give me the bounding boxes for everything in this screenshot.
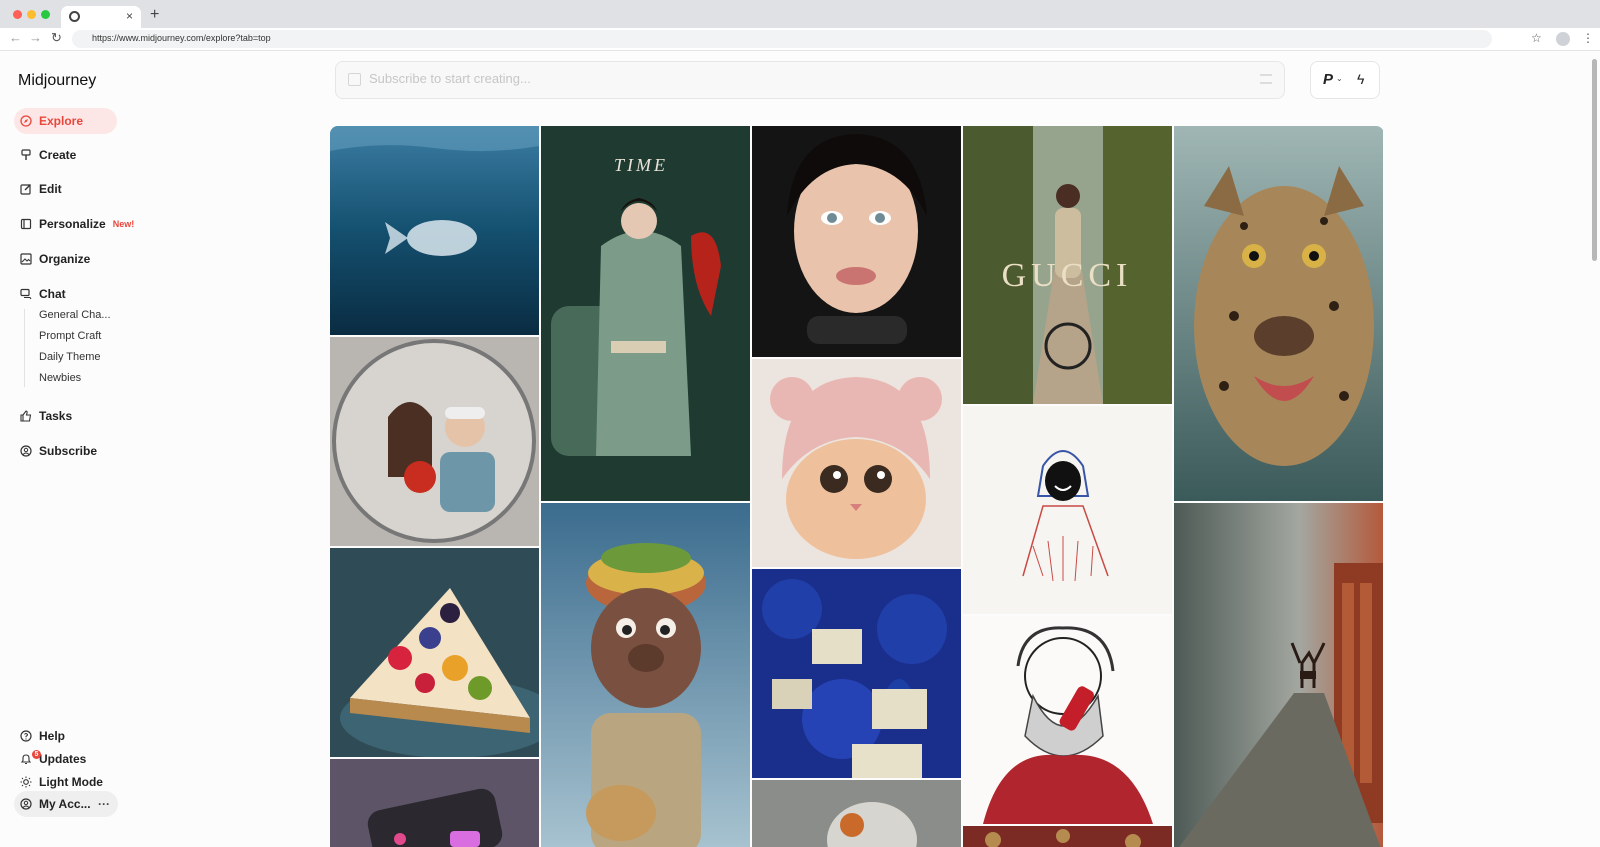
nav-label: Subscribe <box>39 444 98 458</box>
help-label: Help <box>39 729 66 743</box>
account-button[interactable]: My Acc... ··· <box>14 791 118 817</box>
back-arrow-icon[interactable]: ← <box>9 30 22 45</box>
nav-organize[interactable]: Organize <box>14 246 117 272</box>
url-text[interactable]: https://www.midjourney.com/explore?tab=t… <box>92 33 271 43</box>
light-mode-label: Light Mode <box>39 775 103 789</box>
app: Midjourney Explore Create Edit Personali… <box>0 51 1600 847</box>
compass-icon <box>20 115 32 127</box>
nav-subscribe[interactable]: Subscribe <box>14 438 117 464</box>
gallery-image-time-cover[interactable]: TIME <box>541 126 750 501</box>
brand-logo[interactable]: Midjourney <box>18 72 96 90</box>
chat-room-newbies[interactable]: Newbies <box>39 372 81 384</box>
address-bar[interactable]: https://www.midjourney.com/explore?tab=t… <box>72 30 1492 48</box>
settings-sliders-icon[interactable] <box>1260 74 1272 84</box>
nav-edit[interactable]: Edit <box>14 176 117 202</box>
help-icon <box>20 730 32 742</box>
profile-avatar-icon[interactable] <box>1556 32 1570 46</box>
gallery-image-portrait-woman[interactable] <box>752 126 961 357</box>
nav-label: Explore <box>39 114 84 128</box>
personalize-icon <box>20 218 32 230</box>
sun-icon <box>20 776 32 788</box>
updates-link[interactable]: 5 Updates <box>14 749 86 769</box>
gallery-image-robot[interactable] <box>752 780 961 847</box>
user-circle-icon <box>20 798 32 810</box>
nav-label: Organize <box>39 252 91 266</box>
gallery-image-pattern[interactable] <box>963 826 1172 847</box>
explore-gallery: TIME GUCCI <box>330 126 1384 847</box>
nav-label: Chat <box>39 287 66 301</box>
nav-label: Tasks <box>39 409 73 423</box>
browser-tab-strip: × + <box>0 0 1600 28</box>
updates-label: Updates <box>39 752 87 766</box>
forward-arrow-icon[interactable]: → <box>29 30 42 45</box>
midjourney-favicon-icon <box>69 11 80 22</box>
bell-icon: 5 <box>20 750 41 765</box>
minimize-window-button[interactable] <box>27 10 36 19</box>
light-mode-toggle[interactable]: Light Mode <box>14 772 103 792</box>
prompt-tools: P ⌄ ϟ <box>1310 61 1380 99</box>
personalize-toggle-button[interactable]: P <box>1323 71 1333 88</box>
gallery-image-jaguar[interactable] <box>1174 126 1383 501</box>
chat-room-list: General Cha... Prompt Craft Daily Theme … <box>24 309 134 387</box>
gallery-image-blue-village[interactable] <box>752 569 961 778</box>
gallery-image-fruit-tart[interactable] <box>330 548 539 757</box>
gucci-text: GUCCI <box>1002 257 1133 294</box>
nav-tasks[interactable]: Tasks <box>14 403 117 429</box>
nav-chat[interactable]: Chat <box>14 281 117 307</box>
brush-icon <box>20 149 32 161</box>
browser-tab[interactable]: × <box>61 6 141 28</box>
scrollbar-thumb[interactable] <box>1592 59 1597 261</box>
nav-label: Create <box>39 148 77 162</box>
more-options-icon[interactable]: ··· <box>98 797 110 811</box>
reload-icon[interactable]: ↻ <box>51 30 62 46</box>
edit-icon <box>20 183 32 195</box>
chat-room-daily-theme[interactable]: Daily Theme <box>39 351 101 363</box>
new-tab-button[interactable]: + <box>150 6 159 24</box>
bookmark-star-icon[interactable]: ☆ <box>1531 31 1542 45</box>
close-tab-icon[interactable]: × <box>126 9 133 23</box>
chat-icon <box>20 288 32 300</box>
new-badge: New! <box>112 219 135 229</box>
thumbs-up-icon <box>20 410 32 422</box>
chat-room-prompt-craft[interactable]: Prompt Craft <box>39 330 101 342</box>
browser-menu-icon[interactable]: ⋮ <box>1582 31 1594 45</box>
nav-label: Personalize <box>39 217 106 231</box>
chat-room-general[interactable]: General Cha... <box>39 309 111 321</box>
browser-toolbar: ← → ↻ https://www.midjourney.com/explore… <box>0 28 1600 51</box>
nav-explore[interactable]: Explore <box>14 108 117 134</box>
gallery-image-plastic-fish[interactable] <box>330 126 539 335</box>
speed-bolt-icon[interactable]: ϟ <box>1357 71 1364 87</box>
close-window-button[interactable] <box>13 10 22 19</box>
gallery-image-fisheye-selfie[interactable] <box>330 337 539 546</box>
gallery-image-kitten-hat[interactable] <box>752 359 961 567</box>
prompt-bar <box>335 61 1285 99</box>
maximize-window-button[interactable] <box>41 10 50 19</box>
chevron-down-icon[interactable]: ⌄ <box>1336 74 1343 83</box>
time-cover-title: TIME <box>614 155 668 175</box>
gallery-image-felt-puppet[interactable] <box>541 503 750 847</box>
gallery-image-marx-coke[interactable] <box>963 616 1172 824</box>
gallery-image-deer-corridor[interactable] <box>1174 503 1383 847</box>
nav-label: Edit <box>39 182 62 196</box>
image-upload-icon[interactable] <box>348 73 361 86</box>
sidebar: Midjourney Explore Create Edit Personali… <box>0 51 150 847</box>
updates-count-badge: 5 <box>32 750 41 759</box>
gallery-image-red-sketch[interactable] <box>963 406 1172 614</box>
gallery-image-gucci-cyclist[interactable]: GUCCI <box>963 126 1172 404</box>
prompt-input[interactable] <box>369 71 1229 86</box>
gallery-image-device[interactable] <box>330 759 539 847</box>
help-link[interactable]: Help <box>14 726 65 746</box>
nav-personalize[interactable]: Personalize New! <box>14 211 144 237</box>
nav-create[interactable]: Create <box>14 142 117 168</box>
image-icon <box>20 253 32 265</box>
user-circle-icon <box>20 445 32 457</box>
account-label: My Acc... <box>39 797 91 811</box>
